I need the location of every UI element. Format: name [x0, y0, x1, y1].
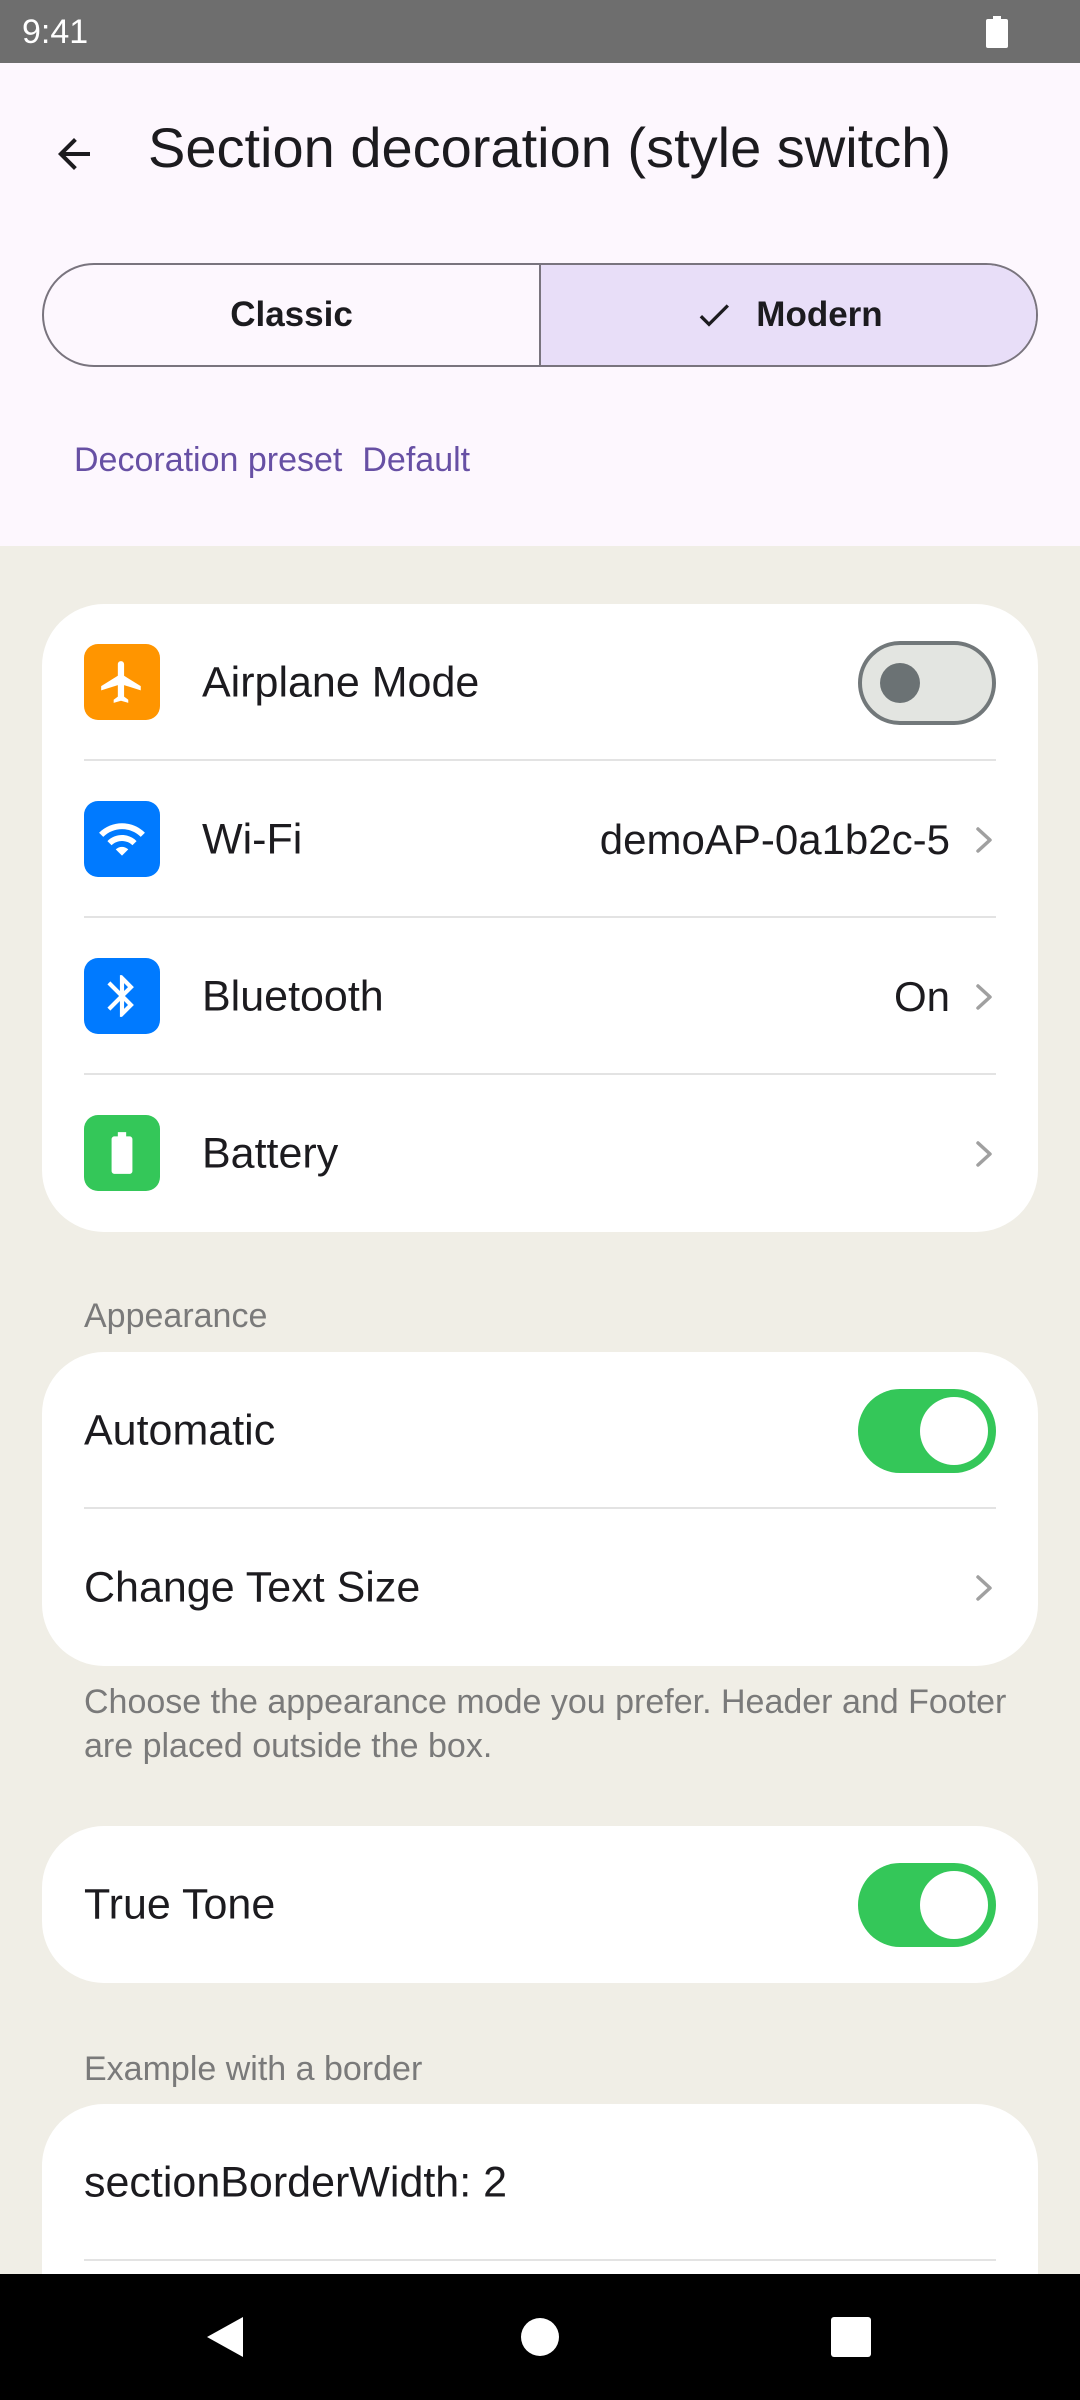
wifi-label: Wi-Fi [202, 815, 303, 863]
chevron-right-icon [976, 1140, 992, 1167]
airplane-icon [84, 644, 160, 720]
nav-recents-button[interactable] [788, 2274, 914, 2400]
section-border-width-label: sectionBorderWidth: 2 [84, 2158, 508, 2206]
automatic-label: Automatic [84, 1406, 276, 1454]
airplane-mode-row[interactable]: Airplane Mode [42, 604, 1038, 761]
wifi-icon [84, 801, 160, 877]
true-tone-label: True Tone [84, 1880, 276, 1928]
true-tone-row[interactable]: True Tone [42, 1826, 1038, 1983]
nav-back-icon [207, 2317, 243, 2357]
check-icon [699, 304, 730, 327]
bluetooth-icon [84, 958, 160, 1034]
change-text-size-row[interactable]: Change Text Size [42, 1509, 1038, 1666]
page-title: Section decoration (style switch) [148, 116, 952, 179]
wifi-row[interactable]: Wi-Fi demoAP-0a1b2c-5 [42, 761, 1038, 918]
appearance-footer: Choose the appearance mode you prefer. H… [84, 1683, 1007, 1765]
appearance-header: Appearance [84, 1297, 268, 1335]
chevron-right-icon [976, 826, 992, 853]
top-app-area: Section decoration (style switch) Classi… [0, 63, 1080, 546]
system-nav-bar [0, 2274, 1080, 2400]
preset-value: Default [362, 441, 471, 479]
wifi-value: demoAP-0a1b2c-5 [599, 815, 950, 863]
airplane-mode-toggle[interactable] [858, 640, 996, 725]
chevron-right-icon [976, 1574, 992, 1601]
chevron-right-icon [976, 983, 992, 1010]
nav-home-icon [521, 2318, 559, 2356]
nav-home-button[interactable] [477, 2274, 603, 2400]
change-text-size-label: Change Text Size [84, 1563, 421, 1611]
true-tone-section: True Tone [42, 1826, 1038, 1983]
segment-classic[interactable]: Classic [44, 265, 541, 365]
battery-label: Battery [202, 1129, 339, 1177]
status-bar: 9:41 [0, 0, 1080, 63]
automatic-toggle[interactable] [858, 1388, 996, 1473]
back-button[interactable] [38, 118, 110, 190]
border-example-header: Example with a border [84, 2050, 423, 2088]
true-tone-toggle[interactable] [858, 1862, 996, 1947]
automatic-row[interactable]: Automatic [42, 1352, 1038, 1509]
nav-back-button[interactable] [162, 2274, 288, 2400]
decoration-preset[interactable]: Decoration preset Default [74, 441, 470, 480]
preset-label: Decoration preset [74, 441, 343, 479]
airplane-mode-label: Airplane Mode [202, 658, 480, 706]
section-border-width-row[interactable]: sectionBorderWidth: 2 [42, 2104, 1038, 2261]
battery-icon [84, 1115, 160, 1191]
segment-modern[interactable]: Modern [541, 265, 1036, 365]
arrow-back-icon [58, 138, 90, 170]
bluetooth-value: On [893, 972, 950, 1020]
status-time: 9:41 [22, 13, 89, 51]
segment-classic-label: Classic [230, 295, 353, 334]
battery-full-icon [986, 16, 1008, 48]
style-switch: Classic Modern [42, 263, 1038, 367]
bluetooth-row[interactable]: Bluetooth On [42, 918, 1038, 1075]
battery-row[interactable]: Battery [42, 1075, 1038, 1232]
bluetooth-label: Bluetooth [202, 972, 384, 1020]
nav-recents-icon [831, 2317, 871, 2357]
appearance-section: Automatic Change Text Size [42, 1352, 1038, 1666]
segment-modern-label: Modern [756, 295, 883, 334]
connectivity-section: Airplane Mode Wi-Fi demoAP-0a1b2c-5 Blue… [42, 604, 1038, 1232]
